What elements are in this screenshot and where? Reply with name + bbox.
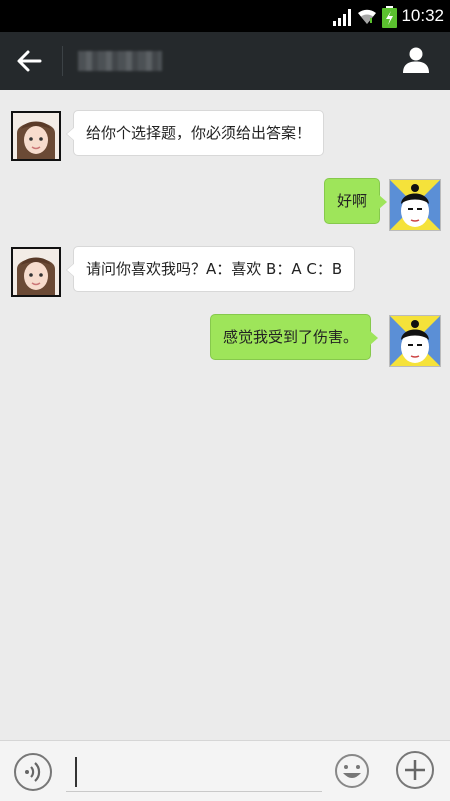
user-profile-icon[interactable] (402, 46, 430, 74)
message-text: 请问你喜欢我吗？A：喜欢 B：A C：B (86, 260, 343, 278)
my-avatar[interactable] (389, 315, 441, 367)
status-time: 10:32 (401, 6, 444, 25)
girl-avatar-icon (13, 113, 59, 159)
text-cursor (75, 757, 77, 787)
battery-charging-icon (382, 6, 397, 28)
header-divider (62, 46, 63, 76)
message-bubble-received[interactable]: 请问你喜欢我吗？A：喜欢 B：A C：B (65, 246, 356, 292)
message-bubble-received[interactable]: 给你个选择题，你必须给出答案！ (65, 110, 325, 156)
chat-header (0, 32, 450, 90)
cartoon-boy-avatar-icon (390, 180, 440, 230)
message-text: 感觉我受到了伤害。 (223, 328, 359, 346)
wifi-icon (358, 9, 376, 24)
cartoon-boy-avatar-icon (390, 316, 440, 366)
message-list: 给你个选择题，你必须给出答案！ 好啊 请问你喜欢我吗？A：喜欢 B：A C：B … (0, 90, 450, 740)
contact-avatar[interactable] (11, 247, 61, 297)
message-bubble-sent[interactable]: 好啊 (324, 178, 388, 224)
message-text: 好啊 (337, 192, 368, 210)
contact-avatar[interactable] (11, 111, 61, 161)
status-bar: 10:32 (0, 0, 450, 32)
message-bubble-sent[interactable]: 感觉我受到了伤害。 (210, 314, 379, 360)
girl-avatar-icon (13, 249, 59, 295)
back-arrow-icon[interactable] (16, 48, 42, 74)
plus-icon (405, 760, 425, 780)
plus-button[interactable] (396, 751, 434, 789)
input-bar (0, 740, 450, 801)
voice-icon (25, 762, 41, 782)
my-avatar[interactable] (389, 179, 441, 231)
voice-button[interactable] (14, 753, 52, 791)
signal-icon (333, 9, 351, 26)
message-text: 给你个选择题，你必须给出答案！ (86, 124, 312, 142)
message-input[interactable] (66, 755, 322, 792)
contact-name-blurred (78, 51, 162, 71)
emoji-icon[interactable] (334, 753, 370, 789)
